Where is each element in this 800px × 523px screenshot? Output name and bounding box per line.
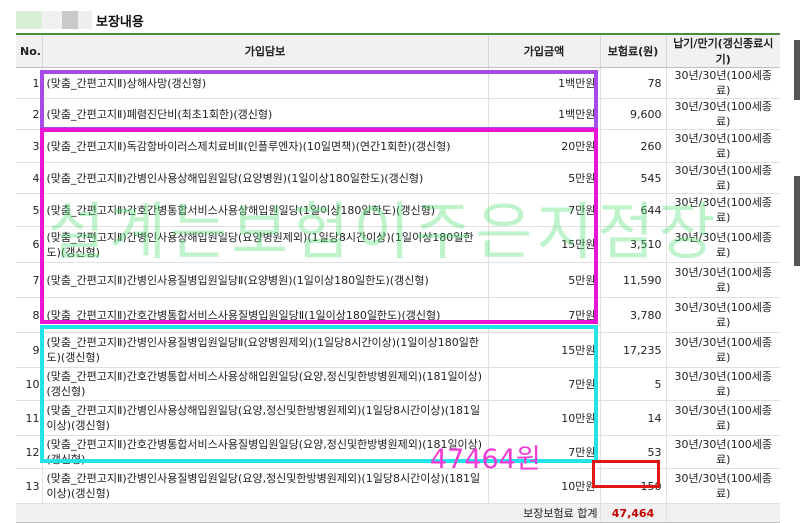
table-row: 13 (맞춤_간편고지Ⅱ)간병인사용질병입원일당(요양,정신및한방병원제외)(1… — [16, 468, 780, 504]
header-coverage: 가입담보 — [41, 35, 488, 68]
row-no: 4 — [16, 162, 42, 194]
table-header-row: No. 가입담보 가입금액 보험료(원) 납기/만기(갱신종료시기) — [16, 35, 780, 68]
row-coverage: (맞춤_간편고지Ⅱ)상해사망(갱신형) — [41, 67, 488, 99]
coverage-table: No. 가입담보 가입금액 보험료(원) 납기/만기(갱신종료시기) 1 (맞춤… — [16, 35, 780, 523]
row-amount: 7만원 — [487, 193, 600, 227]
section-header: 보장내용 — [16, 8, 144, 32]
header-amount: 가입금액 — [487, 35, 600, 68]
row-period: 30년/30년(100세종료) — [665, 367, 780, 401]
row-coverage: (맞춤_간편고지Ⅱ)간병인사용질병입원일당Ⅱ(요양병원)(1일이상180일한도)… — [41, 262, 488, 298]
scrollbar-thumb[interactable] — [794, 40, 800, 100]
table-row: 8 (맞춤_간편고지Ⅱ)간호간병통합서비스사용질병입원일당Ⅱ(1일이상180일한… — [16, 297, 780, 333]
row-amount: 7만원 — [487, 297, 600, 333]
row-no: 9 — [16, 332, 42, 368]
row-premium: 78 — [599, 67, 666, 99]
row-period: 30년/30년(100세종료) — [665, 98, 780, 130]
row-no: 6 — [16, 226, 42, 263]
row-no: 12 — [16, 435, 42, 469]
row-amount: 1백만원 — [487, 98, 600, 130]
section-title: 보장내용 — [96, 14, 144, 30]
row-amount: 20만원 — [487, 129, 600, 163]
table-row: 11 (맞춤_간편고지Ⅱ)간병인사용상해입원일당(요양,정신및한방병원제외)(1… — [16, 400, 780, 436]
row-no: 1 — [16, 67, 42, 99]
row-premium: 17,235 — [599, 332, 666, 368]
table-row: 10 (맞춤_간편고지Ⅱ)간호간병통합서비스사용상해입원일당(요양,정신및한방병… — [16, 367, 780, 401]
row-coverage: (맞춤_간편고지Ⅱ)간병인사용상해입원일당(요양,정신및한방병원제외)(1일당8… — [41, 400, 488, 436]
row-coverage: (맞춤_간편고지Ⅱ)간병인사용질병입원일당Ⅱ(요양병원제외)(1일당8시간이상)… — [41, 332, 488, 368]
row-period: 30년/30년(100세종료) — [665, 162, 780, 194]
row-period: 30년/30년(100세종료) — [665, 193, 780, 227]
blurred-label — [16, 11, 92, 29]
row-premium: 260 — [599, 129, 666, 163]
table-row: 1 (맞춤_간편고지Ⅱ)상해사망(갱신형) 1백만원 78 30년/30년(10… — [16, 67, 780, 99]
header-period: 납기/만기(갱신종료시기) — [665, 35, 780, 68]
total-blank-cell — [665, 503, 780, 523]
table-row: 3 (맞춤_간편고지Ⅱ)독감항바이러스제치료비Ⅱ(인플루엔자)(10일면책)(연… — [16, 129, 780, 163]
row-no: 2 — [16, 98, 42, 130]
row-period: 30년/30년(100세종료) — [665, 332, 780, 368]
header-premium: 보험료(원) — [599, 35, 666, 68]
row-amount: 7만원 — [487, 367, 600, 401]
table-row: 12 (맞춤_간편고지Ⅱ)간호간병통합서비스사용질병입원일당(요양,정신및한방병… — [16, 435, 780, 469]
row-premium: 14 — [599, 400, 666, 436]
row-premium: 545 — [599, 162, 666, 194]
row-period: 30년/30년(100세종료) — [665, 129, 780, 163]
table-row: 4 (맞춤_간편고지Ⅱ)간병인사용상해입원일당(요양병원)(1일이상180일한도… — [16, 162, 780, 194]
row-premium: 150 — [599, 468, 666, 504]
row-period: 30년/30년(100세종료) — [665, 468, 780, 504]
row-coverage: (맞춤_간편고지Ⅱ)간병인사용상해입원일당(요양병원제외)(1일당8시간이상)(… — [41, 226, 488, 263]
total-premium: 47,464 — [599, 503, 666, 523]
row-coverage: (맞춤_간편고지Ⅱ)폐렴진단비(최초1회한)(갱신형) — [41, 98, 488, 130]
row-period: 30년/30년(100세종료) — [665, 435, 780, 469]
handwritten-total-annotation: 47464원 — [430, 444, 541, 475]
row-amount: 5만원 — [487, 262, 600, 298]
row-amount: 15만원 — [487, 332, 600, 368]
row-premium: 9,600 — [599, 98, 666, 130]
row-no: 5 — [16, 193, 42, 227]
row-amount: 10만원 — [487, 400, 600, 436]
row-amount: 5만원 — [487, 162, 600, 194]
row-premium: 644 — [599, 193, 666, 227]
row-amount: 1백만원 — [487, 67, 600, 99]
row-premium: 3,510 — [599, 226, 666, 263]
total-row: 보장보험료 합계 47,464 — [16, 503, 780, 523]
table-row: 5 (맞춤_간편고지Ⅱ)간호간병통합서비스사용상해입원일당(1일이상180일한도… — [16, 193, 780, 227]
row-premium: 3,780 — [599, 297, 666, 333]
table-row: 7 (맞춤_간편고지Ⅱ)간병인사용질병입원일당Ⅱ(요양병원)(1일이상180일한… — [16, 262, 780, 298]
row-no: 13 — [16, 468, 42, 504]
scrollbar-thumb-lower[interactable] — [794, 176, 800, 266]
row-period: 30년/30년(100세종료) — [665, 297, 780, 333]
row-coverage: (맞춤_간편고지Ⅱ)간병인사용질병입원일당(요양,정신및한방병원제외)(1일당8… — [41, 468, 488, 504]
row-premium: 53 — [599, 435, 666, 469]
header-no: No. — [16, 35, 42, 68]
row-premium: 5 — [599, 367, 666, 401]
row-amount: 15만원 — [487, 226, 600, 263]
total-label: 보장보험료 합계 — [16, 503, 600, 523]
row-period: 30년/30년(100세종료) — [665, 262, 780, 298]
row-period: 30년/30년(100세종료) — [665, 400, 780, 436]
row-coverage: (맞춤_간편고지Ⅱ)독감항바이러스제치료비Ⅱ(인플루엔자)(10일면책)(연간1… — [41, 129, 488, 163]
row-premium: 11,590 — [599, 262, 666, 298]
row-period: 30년/30년(100세종료) — [665, 226, 780, 263]
row-no: 7 — [16, 262, 42, 298]
table-row: 2 (맞춤_간편고지Ⅱ)폐렴진단비(최초1회한)(갱신형) 1백만원 9,600… — [16, 98, 780, 130]
table-row: 9 (맞춤_간편고지Ⅱ)간병인사용질병입원일당Ⅱ(요양병원제외)(1일당8시간이… — [16, 332, 780, 368]
row-period: 30년/30년(100세종료) — [665, 67, 780, 99]
table-row: 6 (맞춤_간편고지Ⅱ)간병인사용상해입원일당(요양병원제외)(1일당8시간이상… — [16, 226, 780, 263]
row-no: 8 — [16, 297, 42, 333]
row-coverage: (맞춤_간편고지Ⅱ)간병인사용상해입원일당(요양병원)(1일이상180일한도)(… — [41, 162, 488, 194]
row-coverage: (맞춤_간편고지Ⅱ)간호간병통합서비스사용상해입원일당(요양,정신및한방병원제외… — [41, 367, 488, 401]
row-no: 11 — [16, 400, 42, 436]
row-coverage: (맞춤_간편고지Ⅱ)간호간병통합서비스사용상해입원일당(1일이상180일한도)(… — [41, 193, 488, 227]
row-coverage: (맞춤_간편고지Ⅱ)간호간병통합서비스사용질병입원일당(요양,정신및한방병원제외… — [41, 435, 488, 469]
row-coverage: (맞춤_간편고지Ⅱ)간호간병통합서비스사용질병입원일당Ⅱ(1일이상180일한도)… — [41, 297, 488, 333]
row-no: 3 — [16, 129, 42, 163]
row-no: 10 — [16, 367, 42, 401]
